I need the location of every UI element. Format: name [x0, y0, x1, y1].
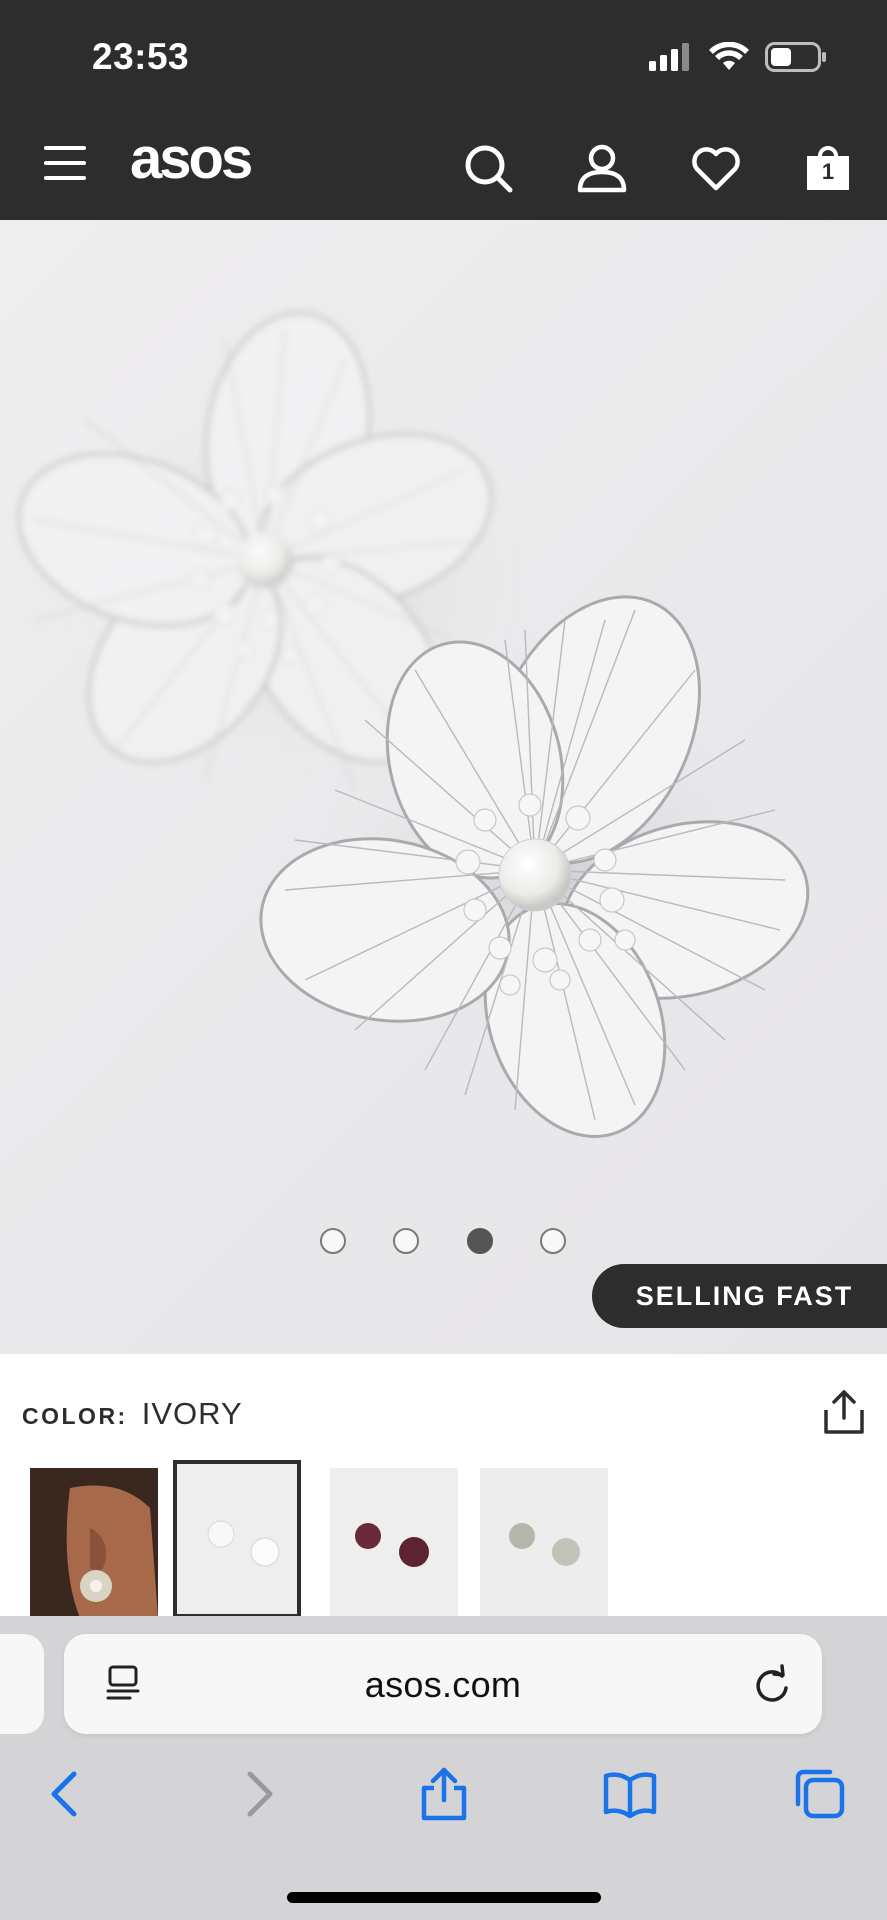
carousel-dot-1[interactable]: [320, 1228, 346, 1254]
thumbnail-sage[interactable]: [480, 1468, 608, 1618]
previous-tab-preview[interactable]: [0, 1634, 44, 1734]
status-icons: [649, 42, 827, 72]
bookmarks-icon[interactable]: [602, 1766, 658, 1822]
color-value: IVORY: [141, 1396, 243, 1431]
search-icon[interactable]: [462, 142, 514, 194]
carousel-dot-4[interactable]: [540, 1228, 566, 1254]
forward-icon[interactable]: [230, 1766, 286, 1822]
back-icon[interactable]: [38, 1766, 94, 1822]
site-header: asos 1: [0, 112, 887, 220]
asos-product-page: 23:53 asos 1 SELLING FAST COLOR: IVORY a…: [0, 0, 887, 1920]
battery-icon: [765, 42, 826, 72]
status-bar: 23:53: [0, 0, 887, 112]
status-time: 23:53: [92, 36, 190, 77]
asos-logo[interactable]: asos: [130, 130, 253, 188]
url-text: asos.com: [364, 1664, 522, 1705]
selling-fast-badge: SELLING FAST: [592, 1264, 887, 1328]
thumbnail-burgundy[interactable]: [330, 1468, 458, 1618]
home-indicator[interactable]: [287, 1892, 601, 1903]
color-selector-label: COLOR: IVORY: [22, 1396, 243, 1436]
wishlist-heart-icon[interactable]: [690, 142, 742, 194]
carousel-dot-2[interactable]: [393, 1228, 419, 1254]
model-ear-image: [30, 1468, 158, 1618]
reload-icon[interactable]: [752, 1664, 792, 1704]
cellular-signal-icon: [649, 43, 689, 71]
share-sheet-icon[interactable]: [416, 1766, 472, 1822]
account-icon[interactable]: [576, 142, 628, 194]
burgundy-earrings-image: [330, 1468, 458, 1618]
color-label: COLOR:: [22, 1403, 128, 1429]
address-bar[interactable]: asos.com: [64, 1634, 822, 1734]
thumbnail-model-wearing[interactable]: [30, 1468, 158, 1618]
product-image[interactable]: SELLING FAST: [0, 220, 887, 1354]
earrings-photo: [17, 311, 810, 1138]
share-icon[interactable]: [822, 1388, 866, 1436]
bag-icon[interactable]: 1: [802, 142, 854, 194]
carousel-indicator: [0, 1228, 887, 1258]
carousel-dot-3[interactable]: [467, 1228, 493, 1254]
tabs-icon[interactable]: [792, 1766, 848, 1822]
menu-icon[interactable]: [44, 146, 86, 186]
safari-bottom-bar: asos.com: [0, 1616, 887, 1920]
color-thumbnails: [0, 1460, 887, 1618]
sage-earrings-image: [480, 1468, 608, 1618]
bag-count-badge: 1: [821, 159, 835, 184]
thumbnail-ivory[interactable]: [173, 1460, 301, 1618]
wifi-icon: [709, 42, 749, 70]
ivory-earrings-image: [177, 1464, 297, 1614]
